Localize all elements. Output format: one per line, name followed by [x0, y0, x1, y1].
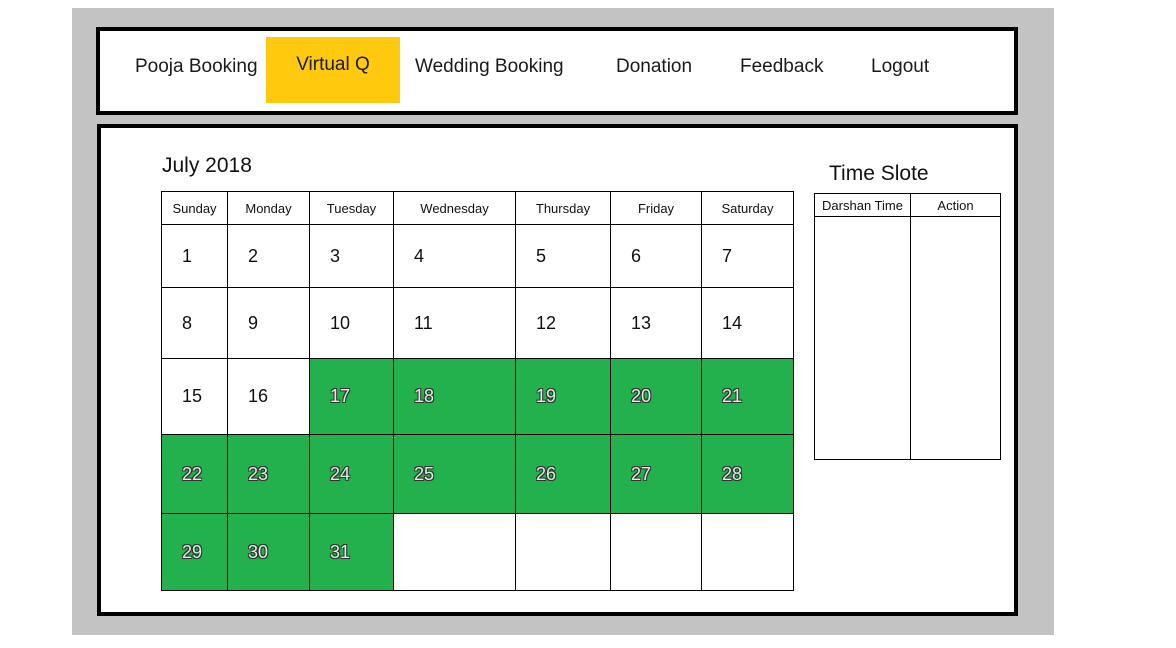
calendar-day-27[interactable]: 27: [610, 434, 702, 514]
column-darshan-time: Darshan Time: [814, 193, 911, 217]
calendar-day-number: 30: [248, 541, 269, 562]
calendar-day-number: 22: [182, 463, 203, 484]
calendar-day-30[interactable]: 30: [227, 513, 310, 591]
calendar-day-number: 21: [722, 386, 743, 406]
calendar-week-row: 22 23 24 25 26 27 28: [161, 434, 794, 514]
calendar-day-number: 23: [248, 463, 269, 484]
calendar-day-number: 1: [182, 245, 193, 266]
column-action: Action: [910, 193, 1001, 217]
calendar-day-18[interactable]: 18: [393, 358, 516, 435]
weekday-sunday: Sunday: [161, 191, 228, 225]
calendar-day-number: 17: [330, 386, 351, 406]
calendar-day-number: 3: [330, 245, 341, 266]
time-slot-title: Time Slote: [829, 162, 929, 185]
weekday-monday: Monday: [227, 191, 310, 225]
calendar-empty-cell: [701, 513, 794, 591]
action-cell: [910, 216, 1001, 460]
calendar-day-number: 4: [414, 245, 425, 266]
calendar-day-16[interactable]: 16: [227, 358, 310, 435]
calendar-day-1[interactable]: 1: [161, 224, 228, 288]
calendar-empty-cell: [393, 513, 516, 591]
calendar-day-10[interactable]: 10: [309, 287, 394, 359]
calendar-empty-cell: [515, 513, 611, 591]
calendar-day-22[interactable]: 22: [161, 434, 228, 514]
nav-wedding-booking[interactable]: Wedding Booking: [415, 31, 564, 111]
calendar-day-number: 16: [248, 386, 269, 406]
weekday-wednesday: Wednesday: [393, 191, 516, 225]
calendar-day-9[interactable]: 9: [227, 287, 310, 359]
calendar-day-29[interactable]: 29: [161, 513, 228, 591]
nav-feedback[interactable]: Feedback: [740, 31, 823, 111]
time-slot-table: Darshan Time Action: [814, 193, 1001, 460]
calendar-day-number: 25: [414, 463, 435, 484]
weekday-header-row: Sunday Monday Tuesday Wednesday Thursday…: [161, 191, 794, 225]
weekday-tuesday: Tuesday: [309, 191, 394, 225]
calendar-week-row: 29 30 31: [161, 513, 794, 591]
calendar-day-21[interactable]: 21: [701, 358, 794, 435]
weekday-friday: Friday: [610, 191, 702, 225]
top-navigation: Pooja Booking Virtual Q Wedding Booking …: [96, 27, 1018, 115]
calendar-week-row: 15 16 17 18 19 20 21: [161, 358, 794, 435]
calendar-day-11[interactable]: 11: [393, 287, 516, 359]
calendar-day-19[interactable]: 19: [515, 358, 611, 435]
nav-logout[interactable]: Logout: [871, 31, 929, 111]
calendar-month-title: July 2018: [162, 154, 252, 177]
calendar-day-28[interactable]: 28: [701, 434, 794, 514]
calendar-day-4[interactable]: 4: [393, 224, 516, 288]
time-slot-header-row: Darshan Time Action: [814, 193, 1001, 217]
calendar-day-number: 6: [631, 245, 642, 266]
time-slot-empty-row: [814, 216, 1001, 460]
calendar-week-row: 1 2 3 4 5 6 7: [161, 224, 794, 288]
calendar-day-number: 9: [248, 312, 259, 333]
calendar-day-number: 15: [182, 386, 203, 406]
calendar-day-14[interactable]: 14: [701, 287, 794, 359]
calendar-day-number: 14: [722, 312, 743, 333]
calendar-week-row: 8 9 10 11 12 13 14: [161, 287, 794, 359]
calendar-day-17[interactable]: 17: [309, 358, 394, 435]
weekday-thursday: Thursday: [515, 191, 611, 225]
calendar-day-number: 19: [536, 386, 557, 406]
calendar-day-3[interactable]: 3: [309, 224, 394, 288]
weekday-saturday: Saturday: [701, 191, 794, 225]
calendar-day-8[interactable]: 8: [161, 287, 228, 359]
calendar-day-12[interactable]: 12: [515, 287, 611, 359]
calendar-day-23[interactable]: 23: [227, 434, 310, 514]
calendar-day-number: 11: [414, 312, 433, 333]
calendar-day-number: 8: [182, 312, 193, 333]
darshan-time-cell: [814, 216, 911, 460]
calendar-grid: Sunday Monday Tuesday Wednesday Thursday…: [161, 191, 794, 591]
calendar-day-31[interactable]: 31: [309, 513, 394, 591]
calendar-day-number: 27: [631, 463, 652, 484]
calendar-day-number: 24: [330, 463, 351, 484]
calendar-day-number: 26: [536, 463, 557, 484]
calendar-day-24[interactable]: 24: [309, 434, 394, 514]
calendar-day-number: 28: [722, 463, 743, 484]
calendar-day-number: 7: [722, 245, 733, 266]
calendar-day-2[interactable]: 2: [227, 224, 310, 288]
calendar-day-number: 12: [536, 312, 557, 333]
nav-donation[interactable]: Donation: [616, 31, 692, 111]
calendar-body: 1 2 3 4 5 6 7 8 9 10 11 12 13 14 15 16 17 18 19 20 21 22 23 24 2…: [161, 224, 794, 591]
calendar-empty-cell: [610, 513, 702, 591]
calendar-day-number: 2: [248, 245, 259, 266]
calendar-day-number: 31: [330, 541, 351, 562]
nav-virtual-q[interactable]: Virtual Q: [266, 37, 400, 103]
calendar-day-number: 5: [536, 245, 547, 266]
calendar-day-26[interactable]: 26: [515, 434, 611, 514]
calendar-day-7[interactable]: 7: [701, 224, 794, 288]
calendar-day-6[interactable]: 6: [610, 224, 702, 288]
calendar-day-25[interactable]: 25: [393, 434, 516, 514]
calendar-day-number: 18: [414, 386, 435, 406]
calendar-day-20[interactable]: 20: [610, 358, 702, 435]
calendar-day-15[interactable]: 15: [161, 358, 228, 435]
calendar-day-number: 20: [631, 386, 652, 406]
calendar-day-number: 10: [330, 312, 351, 333]
nav-pooja-booking[interactable]: Pooja Booking: [135, 31, 258, 111]
calendar-day-number: 13: [631, 312, 652, 333]
calendar-day-5[interactable]: 5: [515, 224, 611, 288]
calendar-day-13[interactable]: 13: [610, 287, 702, 359]
calendar-day-number: 29: [182, 541, 203, 562]
